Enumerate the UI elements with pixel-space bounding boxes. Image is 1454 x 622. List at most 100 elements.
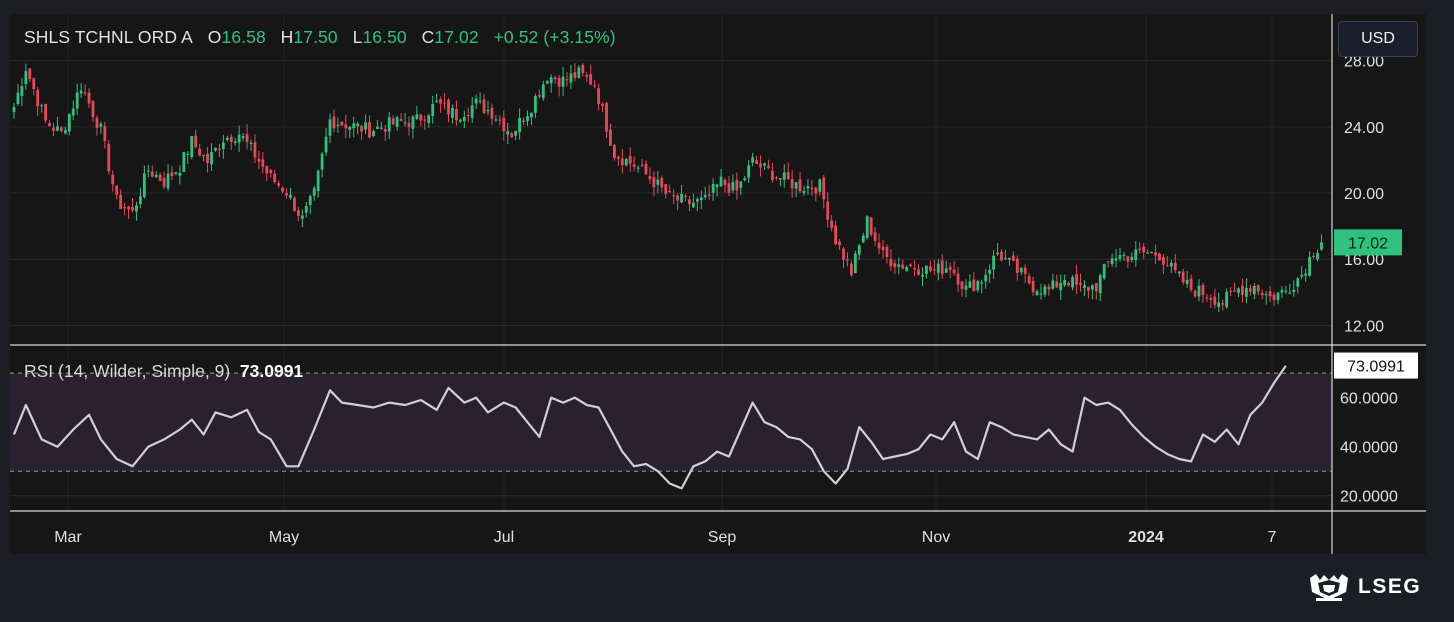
candle-body xyxy=(1181,271,1185,283)
candle-body xyxy=(265,165,269,174)
candle-body xyxy=(1134,249,1138,260)
candle-body xyxy=(300,215,304,219)
candle-body xyxy=(142,173,146,198)
candle-body xyxy=(486,109,490,112)
candle-body xyxy=(873,232,877,241)
time-tick-label: Jul xyxy=(494,529,514,546)
candle-body xyxy=(1039,293,1043,295)
candle-body xyxy=(1213,296,1217,305)
candle-body xyxy=(944,268,948,273)
candle-body xyxy=(1087,287,1090,291)
candle-body xyxy=(865,216,869,238)
candle-body xyxy=(127,206,130,210)
candle-body xyxy=(423,119,427,121)
candle-body xyxy=(1051,280,1055,289)
candle-body xyxy=(1205,297,1209,299)
candle-body xyxy=(1304,273,1308,276)
candle-body xyxy=(688,199,691,205)
candle-body xyxy=(534,96,537,113)
candle-body xyxy=(581,64,585,74)
candle-body xyxy=(1197,285,1201,297)
candle-body xyxy=(1169,262,1173,267)
candle-body xyxy=(1177,271,1181,274)
candle-body xyxy=(427,115,431,123)
candle-body xyxy=(218,148,221,150)
candle-body xyxy=(79,90,83,94)
candle-body xyxy=(1142,246,1146,253)
candle-body xyxy=(364,122,367,130)
candle-body xyxy=(830,220,834,228)
candle-body xyxy=(684,195,687,197)
candle-body xyxy=(1260,293,1264,296)
candle-body xyxy=(202,155,205,157)
candle-body xyxy=(1031,280,1035,292)
candle-body xyxy=(368,122,371,138)
candle-body xyxy=(786,172,790,180)
candle-body xyxy=(328,119,332,136)
candle-body xyxy=(1146,252,1150,254)
candle-body xyxy=(1320,242,1323,250)
candle-body xyxy=(1264,294,1268,296)
candle-body xyxy=(553,77,557,80)
candle-body xyxy=(67,114,71,132)
candle-body xyxy=(988,269,992,274)
candle-body xyxy=(1154,252,1157,256)
candle-body xyxy=(297,210,300,216)
candle-body xyxy=(162,177,166,187)
candle-body xyxy=(632,164,636,167)
rsi-tick-label: 60.0000 xyxy=(1340,391,1398,408)
candle-body xyxy=(1094,282,1098,292)
candle-body xyxy=(1035,291,1039,296)
candle-body xyxy=(846,259,849,261)
candle-body xyxy=(530,112,533,118)
candle-body xyxy=(711,184,715,193)
candle-body xyxy=(826,201,830,220)
candle-body xyxy=(12,107,16,113)
candle-body xyxy=(60,127,63,132)
candle-body xyxy=(565,79,569,81)
candle-body xyxy=(1221,303,1225,305)
low-value: 16.50 xyxy=(362,27,407,47)
candle-body xyxy=(1225,291,1229,308)
candle-body xyxy=(771,171,774,181)
candle-body xyxy=(514,130,518,136)
candle-body xyxy=(1027,275,1031,284)
candle-body xyxy=(431,103,435,116)
y-axis-labels: 28.0024.0020.0016.0012.0060.000040.00002… xyxy=(1340,54,1398,506)
candle-body xyxy=(861,235,865,243)
candle-body xyxy=(680,194,683,203)
candle-body xyxy=(1079,282,1082,285)
high-label: H xyxy=(280,27,294,47)
currency-button[interactable]: USD xyxy=(1338,21,1418,57)
candle-body xyxy=(699,197,703,200)
candle-body xyxy=(723,179,727,185)
candle-body xyxy=(1090,285,1094,290)
candle-body xyxy=(273,173,277,183)
candle-body xyxy=(1000,251,1003,261)
time-tick-label: May xyxy=(269,529,299,546)
candle-body xyxy=(743,178,747,181)
candle-body xyxy=(462,116,466,122)
candle-body xyxy=(123,206,126,209)
candle-body xyxy=(115,185,119,195)
symbol-name: SHLS TCHNL ORD A xyxy=(24,27,193,47)
candle-body xyxy=(399,118,403,122)
price-tick-label: 20.00 xyxy=(1344,186,1384,203)
candle-body xyxy=(731,181,735,191)
candle-body xyxy=(289,194,292,198)
candle-body xyxy=(1114,258,1118,261)
candle-body xyxy=(664,184,668,194)
candle-body xyxy=(1023,267,1027,274)
candle-body xyxy=(1173,262,1177,271)
candle-body xyxy=(1276,292,1280,300)
candle-body xyxy=(545,81,549,84)
candle-body xyxy=(1158,253,1161,261)
chart-canvas: 28.0024.0020.0016.0012.0060.000040.00002… xyxy=(10,14,1426,554)
candle-body xyxy=(1083,285,1086,288)
candle-body xyxy=(233,141,237,144)
candle-body xyxy=(897,264,901,267)
rsi-tick-label: 40.0000 xyxy=(1340,440,1398,457)
candle-body xyxy=(672,195,676,197)
candle-body xyxy=(909,264,913,267)
candle-body xyxy=(36,89,40,107)
